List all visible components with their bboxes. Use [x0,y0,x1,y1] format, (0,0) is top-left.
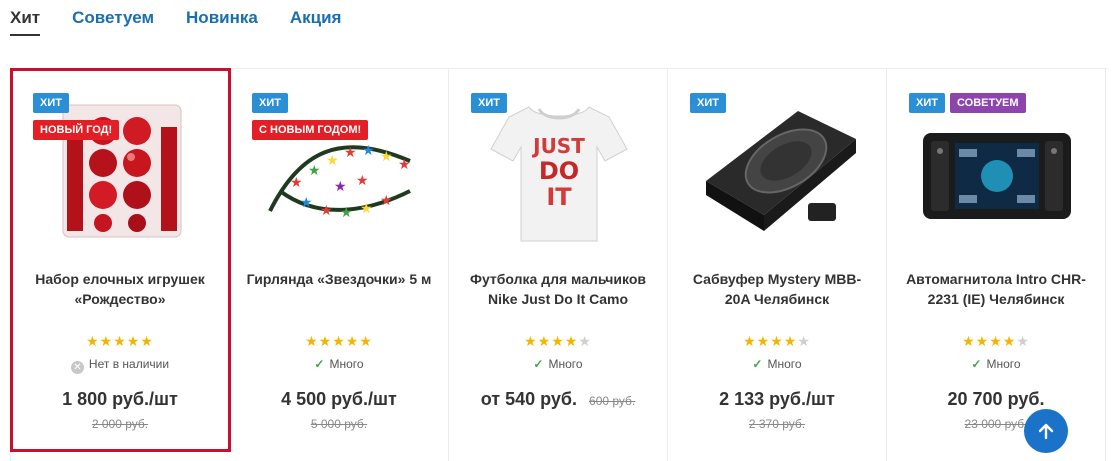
price: 4 500 руб./шт [281,389,397,409]
product-name[interactable]: Набор елочных игрушек «Рождество» [25,269,215,309]
scroll-top-button[interactable] [1024,409,1068,453]
old-price: 2 370 руб. [748,417,806,431]
old-price: 23 000 руб. [964,417,1028,431]
checkmark-icon: ✓ [314,357,325,371]
badges: ХИТ [690,93,731,120]
old-price: 2 000 руб. [91,417,149,431]
stock-status: ✓ Много [971,357,1021,371]
tab-new[interactable]: Новинка [186,0,258,34]
hit-badge: ХИТ [909,93,945,113]
product-grid: ХИТ НОВЫЙ ГОД! Набор елочных игрушек «Ро… [10,68,1107,461]
price: 1 800 руб./шт [62,389,178,409]
svg-text:★: ★ [398,157,411,173]
product-name[interactable]: Сабвуфер Mystery MBB-20A Челябинск [682,269,872,309]
old-price: 600 руб. [589,394,636,408]
old-price: 5 000 руб. [310,417,368,431]
price: от 540 руб. 600 руб. [480,389,636,409]
product-card[interactable]: ХИТ СОВЕТУЕМ Автомагнитола Intro CHR-2231… [887,69,1106,461]
holiday-badge: С НОВЫМ ГОДОМ! [252,120,369,140]
product-card[interactable]: ХИТ С НОВЫМ ГОДОМ! ★ ★ ★ ★ ★ ★ ★ ★ ★ ★ ★ ★ ★ ★ … [230,69,449,461]
svg-text:★: ★ [344,145,357,161]
rating-stars: ★★★★★ [743,333,811,349]
svg-text:★: ★ [360,201,373,217]
svg-text:★: ★ [290,175,303,191]
svg-text:★: ★ [340,205,353,221]
svg-text:IT: IT [546,183,572,211]
svg-text:JUST: JUST [531,134,585,158]
stock-status: ✕ Нет в наличии [11,357,229,374]
hit-badge: ХИТ [33,93,69,113]
hit-badge: ХИТ [690,93,726,113]
svg-text:★: ★ [334,179,347,195]
svg-text:★: ★ [320,203,333,219]
product-tabs: Хит Советуем Новинка Акция [10,0,373,36]
holiday-badge: НОВЫЙ ГОД! [33,120,120,140]
tab-recommend[interactable]: Советуем [72,0,154,34]
product-name[interactable]: Автомагнитола Intro CHR-2231 (IE) Челяби… [901,269,1091,309]
product-card[interactable]: ХИТ Сабвуфер Mystery MBB-20A Челябинск ★… [668,69,887,461]
checkmark-icon: ✓ [971,357,982,371]
product-card[interactable]: ХИТ НОВЫЙ ГОД! Набор елочных игрушек «Ро… [10,68,231,452]
checkmark-icon: ✓ [752,357,763,371]
svg-text:★: ★ [326,153,339,169]
hit-badge: ХИТ [471,93,507,113]
svg-text:★: ★ [356,173,369,189]
price: 2 133 руб./шт [719,389,835,409]
product-card[interactable]: ХИТ JUST DO IT Футболка для мальчиков Ni… [449,69,668,461]
stock-status: ✓ Много [752,357,802,371]
stock-status: ✓ Много [533,357,583,371]
svg-text:★: ★ [300,195,313,211]
checkmark-icon: ✓ [533,357,544,371]
badges: ХИТ СОВЕТУЕМ [909,93,1031,120]
hit-badge: ХИТ [252,93,288,113]
rating-stars: ★★★★★ [962,333,1030,349]
svg-text:★: ★ [380,193,393,209]
product-name[interactable]: Гирлянда «Звездочки» 5 м [244,269,434,289]
unavailable-icon: ✕ [70,361,84,374]
price: 20 700 руб. [947,389,1045,409]
tab-sale[interactable]: Акция [290,0,342,34]
stock-status: ✓ Много [314,357,364,371]
rating-stars: ★★★★★ [86,333,154,349]
rating-stars: ★★★★★ [524,333,592,349]
svg-text:★: ★ [308,163,321,179]
tab-hit[interactable]: Хит [10,0,41,36]
badges: ХИТ С НОВЫМ ГОДОМ! [252,93,373,147]
svg-text:DO: DO [539,157,579,185]
badges: ХИТ НОВЫЙ ГОД! [33,93,124,147]
arrow-up-icon [1038,423,1054,440]
rating-stars: ★★★★★ [305,333,373,349]
recommend-badge: СОВЕТУЕМ [949,93,1026,113]
svg-text:★: ★ [380,149,393,165]
product-name[interactable]: Футболка для мальчиков Nike Just Do It C… [463,269,653,309]
badges: ХИТ [471,93,512,120]
